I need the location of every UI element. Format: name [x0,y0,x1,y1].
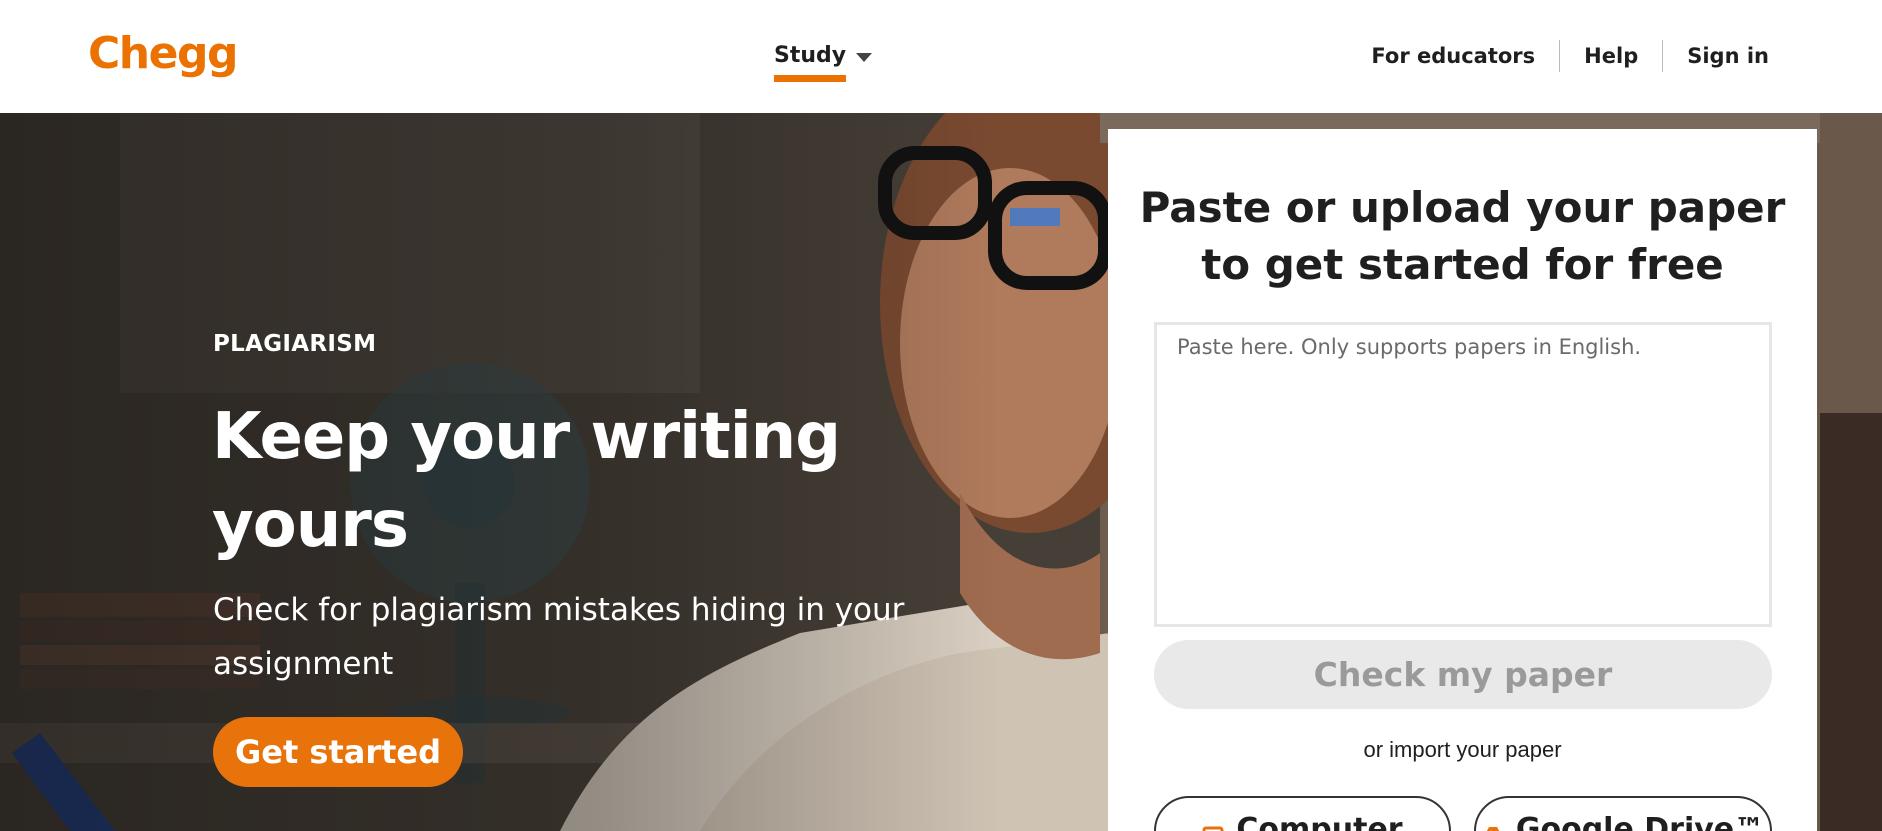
computer-icon [1202,826,1224,831]
hero-subhead: Check for plagiarism mistakes hiding in … [213,592,905,682]
nav-study-dropdown[interactable]: Study [774,38,873,82]
chevron-down-icon [856,53,873,62]
or-import-label: or import your paper [1363,737,1562,762]
paper-paste-input[interactable] [1154,322,1772,627]
nav-for-educators-link[interactable]: For educators [1371,38,1535,74]
import-google-drive-label: Google Drive™ [1515,812,1765,831]
import-google-drive-button[interactable]: Google Drive™ [1474,796,1772,831]
nav-divider [1662,40,1664,72]
nav-divider [1559,40,1561,72]
hero-eyebrow: PLAGIARISM [213,331,377,357]
site-header: Chegg Study For educators Help Sign in [0,0,1882,113]
chegg-logo[interactable]: Chegg [88,26,238,82]
nav-sign-in-link[interactable]: Sign in [1687,38,1769,74]
import-computer-label: Computer [1236,812,1403,831]
upload-card-title: Paste or upload your paper to get starte… [1139,183,1786,289]
nav-study-label: Study [774,38,847,82]
check-my-paper-button[interactable]: Check my paper [1154,640,1772,709]
header-nav-right: For educators Help Sign in [1371,38,1769,74]
import-computer-button[interactable]: Computer [1154,796,1451,831]
hero-headline: Keep your writing yours [212,400,841,562]
google-drive-icon [1486,827,1500,831]
upload-card: Paste or upload your paper to get starte… [1108,129,1817,831]
nav-help-link[interactable]: Help [1584,38,1638,74]
get-started-button[interactable]: Get started [213,717,464,787]
